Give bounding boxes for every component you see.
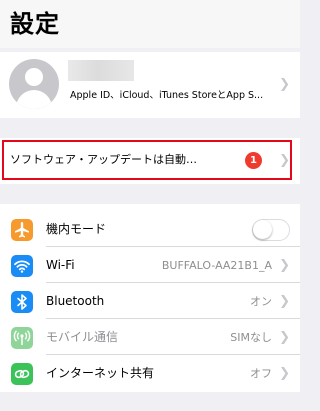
- bluetooth-label: Bluetooth: [46, 294, 105, 308]
- software-update-label: ソフトウェア・アップデートは自動…: [10, 153, 197, 166]
- chevron-right-icon: ❯: [279, 258, 290, 273]
- chevron-right-icon: ❯: [279, 366, 290, 381]
- wifi-network-name: BUFFALO-AA21B1_A: [161, 259, 272, 272]
- chevron-right-icon: ❯: [279, 153, 290, 168]
- update-badge: 1: [245, 152, 262, 169]
- avatar: [9, 59, 59, 109]
- navigation-header: 設定: [0, 0, 300, 48]
- cellular-status: SIMなし: [230, 331, 272, 344]
- antenna-icon: [11, 327, 33, 349]
- airplane-mode-toggle[interactable]: [252, 219, 290, 241]
- toggle-knob: [253, 220, 272, 239]
- personal-hotspot-label: インターネット共有: [46, 366, 155, 380]
- bluetooth-status: オン: [250, 295, 272, 308]
- cellular-row[interactable]: モバイル通信 SIMなし ❯: [0, 319, 300, 355]
- bottom-background: [0, 392, 300, 411]
- personal-hotspot-status: オフ: [250, 367, 272, 380]
- apple-id-row[interactable]: Apple ID、iCloud、iTunes StoreとApp S... ❯: [0, 52, 300, 118]
- software-update-row[interactable]: ソフトウェア・アップデートは自動… 1 ❯: [0, 138, 300, 184]
- page-title: 設定: [10, 10, 60, 38]
- wifi-row[interactable]: Wi-Fi BUFFALO-AA21B1_A ❯: [0, 247, 300, 283]
- wifi-icon: [11, 255, 33, 277]
- bluetooth-icon: [11, 291, 33, 313]
- cellular-label: モバイル通信: [46, 330, 119, 344]
- settings-list: 機内モード Wi-Fi BUFFALO-AA21B1_A ❯ Bluetooth…: [0, 204, 300, 392]
- account-subtitle: Apple ID、iCloud、iTunes StoreとApp S...: [70, 90, 264, 101]
- airplane-mode-label: 機内モード: [46, 222, 107, 236]
- airplane-mode-row: 機内モード: [0, 211, 300, 247]
- bluetooth-row[interactable]: Bluetooth オン ❯: [0, 283, 300, 319]
- personal-hotspot-row[interactable]: インターネット共有 オフ ❯: [0, 355, 300, 391]
- chevron-right-icon: ❯: [279, 77, 290, 92]
- wifi-label: Wi-Fi: [46, 258, 75, 272]
- chevron-right-icon: ❯: [279, 294, 290, 309]
- airplane-icon: [11, 219, 33, 241]
- chevron-right-icon: ❯: [279, 330, 290, 345]
- link-icon: [11, 363, 33, 385]
- account-name-redacted: [68, 60, 134, 81]
